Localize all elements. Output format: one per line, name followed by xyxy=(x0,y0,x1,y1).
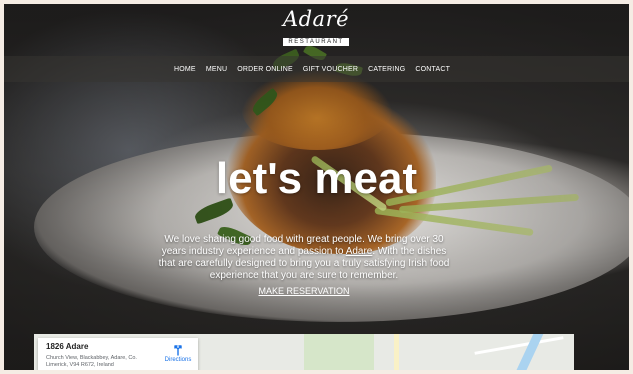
make-reservation-link[interactable]: MAKE RESERVATION xyxy=(254,286,354,296)
directions-button[interactable]: Directions xyxy=(160,342,196,363)
map-place-card: 1826 Adare Church View, Blackabbey, Adar… xyxy=(38,338,198,370)
adare-link[interactable]: Adare xyxy=(346,246,373,257)
nav-item-order-online[interactable]: ORDER ONLINE xyxy=(237,66,293,73)
nav-item-gift-voucher[interactable]: GIFT VOUCHER xyxy=(303,66,358,73)
page-frame: Adaré RESTAURANT HOME MENU ORDER ONLINE … xyxy=(4,4,629,370)
google-map-embed[interactable]: 1826 Adare Church View, Blackabbey, Adar… xyxy=(34,334,574,370)
nav-item-catering[interactable]: CATERING xyxy=(368,66,405,73)
place-name: 1826 Adare xyxy=(46,342,89,351)
map-park-area xyxy=(304,334,374,370)
directions-label: Directions xyxy=(164,357,192,363)
nav-menu: HOME MENU ORDER ONLINE GIFT VOUCHER CATE… xyxy=(174,56,450,82)
hero-intro-text: We love sharing good food with great peo… xyxy=(154,234,454,282)
directions-arrow-icon xyxy=(174,345,182,356)
nav-item-menu[interactable]: MENU xyxy=(206,66,227,73)
map-river xyxy=(514,334,544,370)
nav-item-home[interactable]: HOME xyxy=(174,66,196,73)
logo-subtitle: RESTAURANT xyxy=(283,38,349,46)
map-road xyxy=(394,334,399,370)
map-road xyxy=(474,336,564,355)
site-logo[interactable]: Adaré RESTAURANT xyxy=(266,8,366,48)
logo-wordmark: Adaré xyxy=(282,7,350,31)
place-address: Church View, Blackabbey, Adare, Co. Lime… xyxy=(46,355,137,368)
nav-item-contact[interactable]: CONTACT xyxy=(415,66,450,73)
main-navigation-bar: HOME MENU ORDER ONLINE GIFT VOUCHER CATE… xyxy=(4,56,629,82)
hero-headline: let's meat xyxy=(215,154,418,203)
